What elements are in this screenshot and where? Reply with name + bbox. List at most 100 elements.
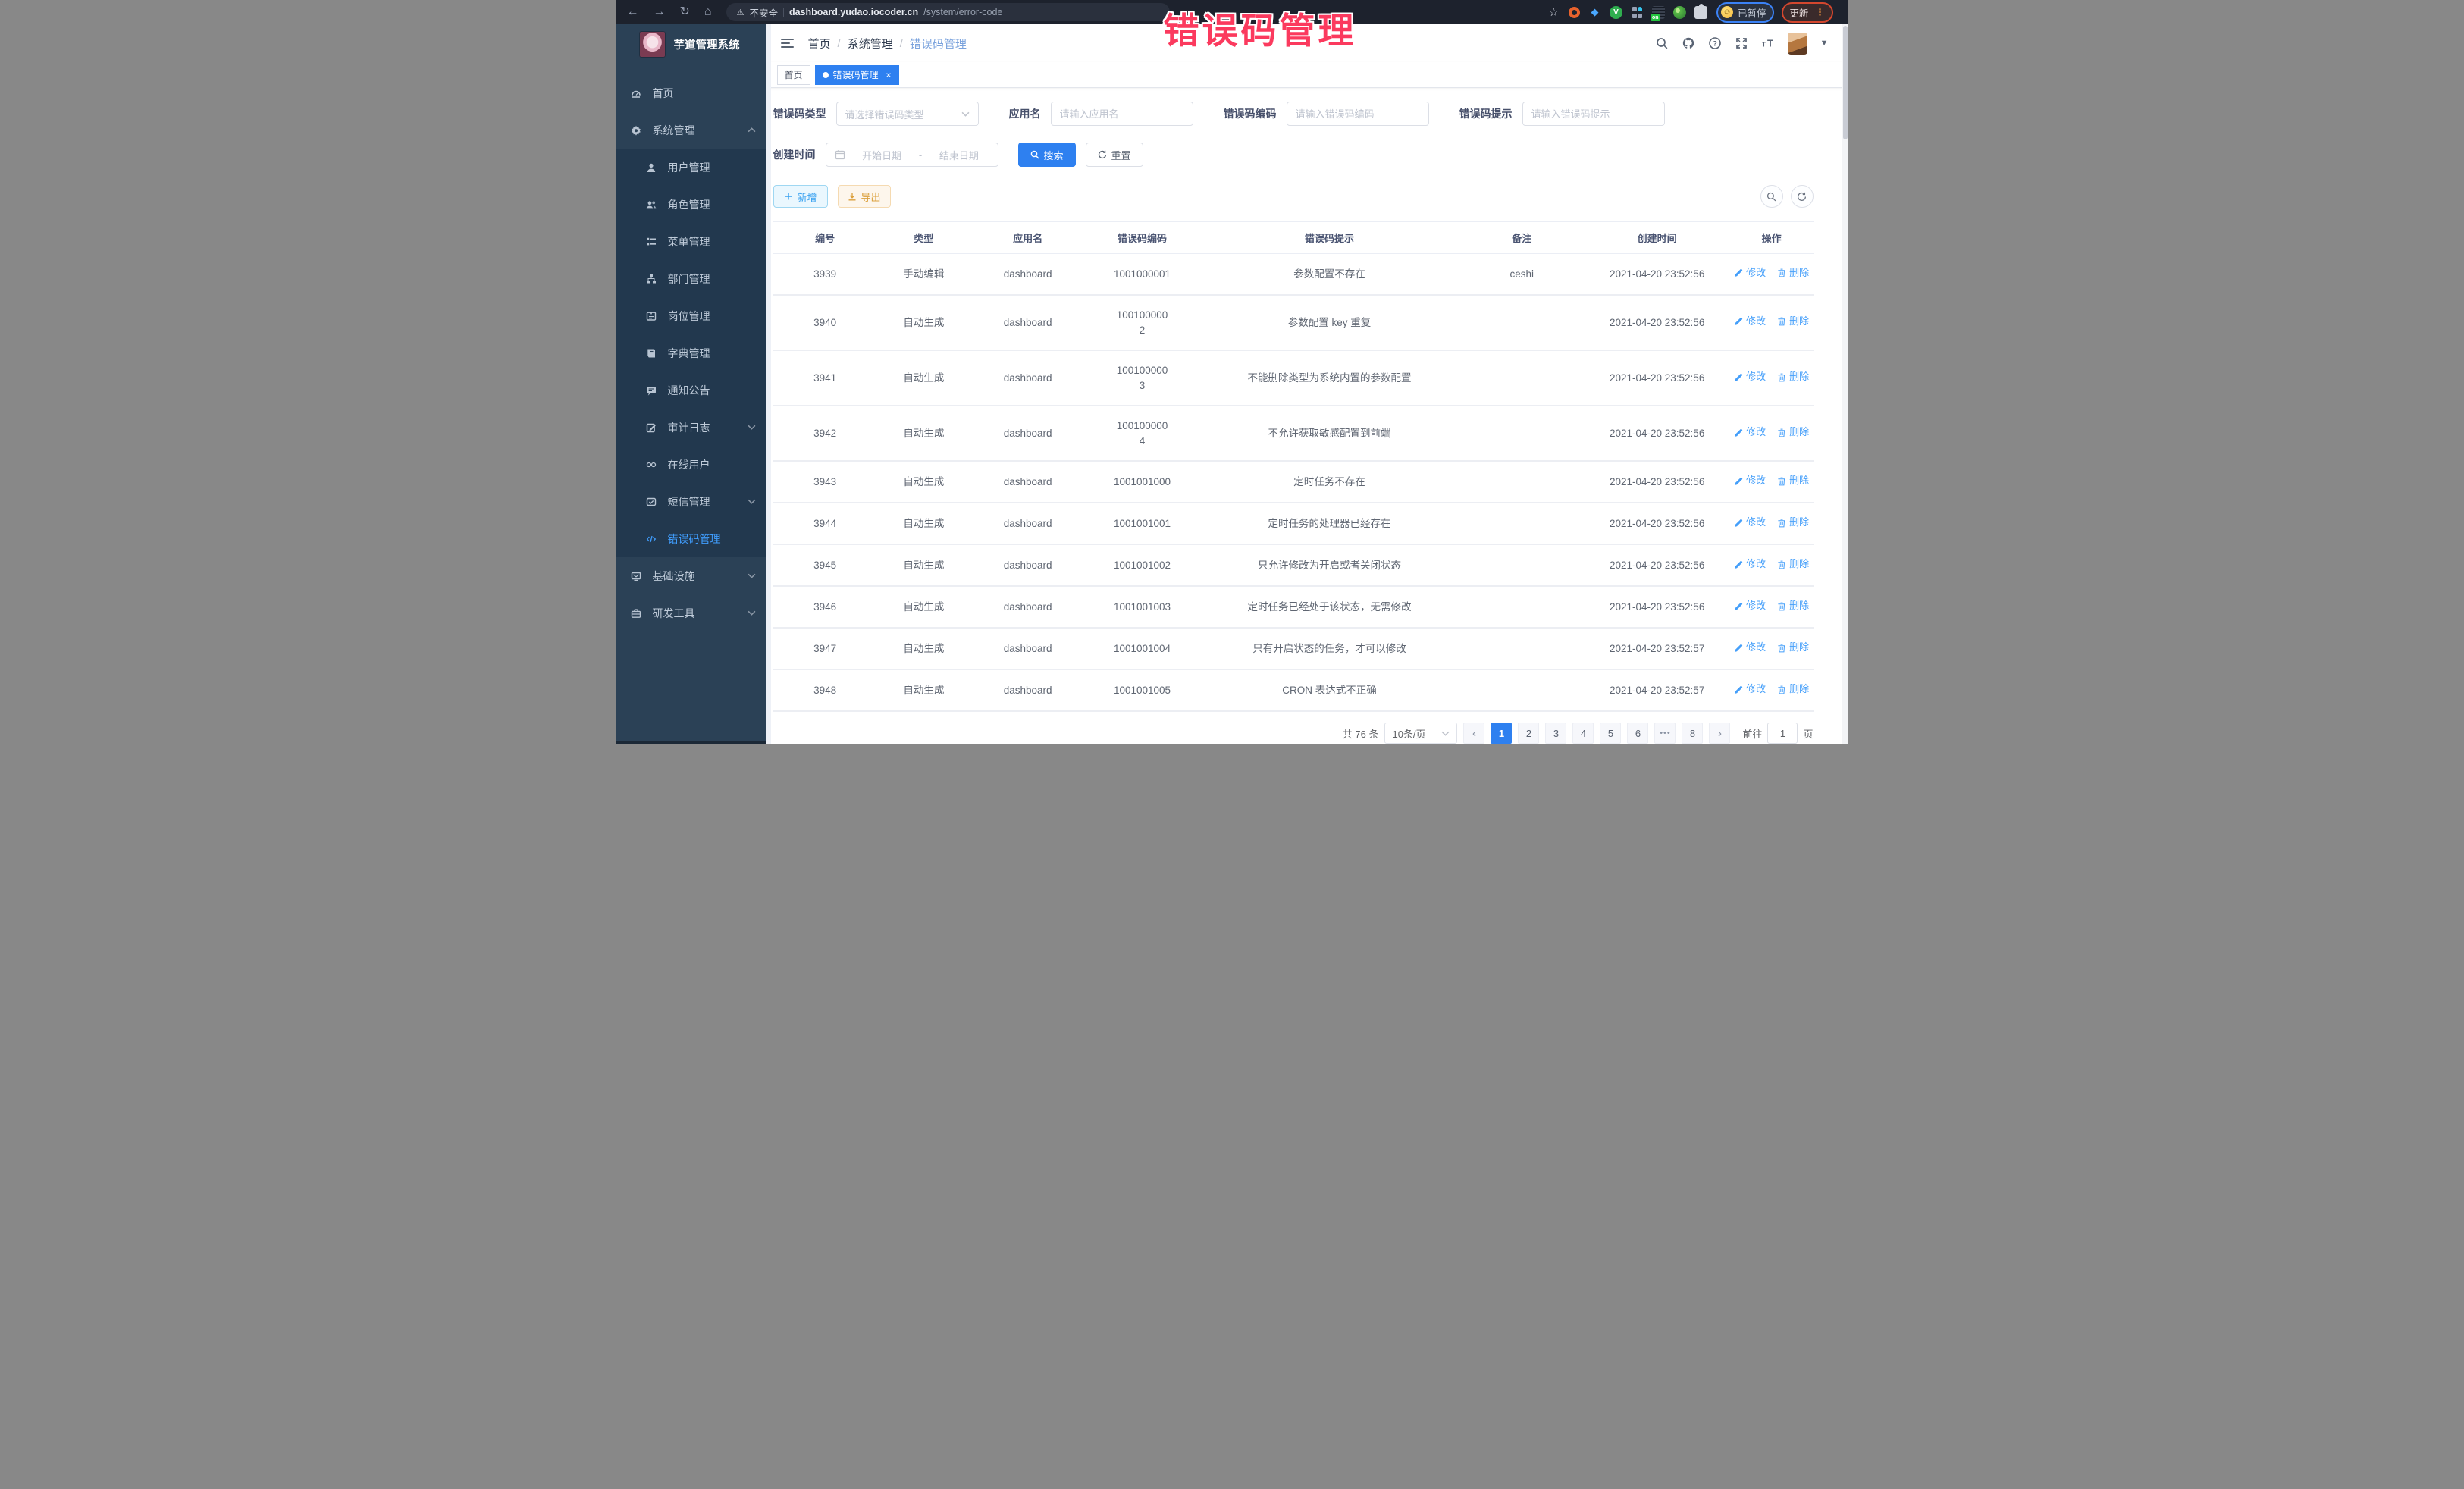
pagination-page-6[interactable]: 6 xyxy=(1627,723,1648,744)
cell-msg: 定时任务已经处于该状态，无需修改 xyxy=(1199,586,1459,628)
delete-link[interactable]: 删除 xyxy=(1777,315,1809,329)
sidebar-item-notice[interactable]: 通知公告 xyxy=(616,371,766,409)
sidebar-item-system[interactable]: 系统管理 xyxy=(616,111,766,149)
dropdown-caret-icon[interactable]: ▼ xyxy=(1820,39,1829,48)
cell-type: 自动生成 xyxy=(877,586,970,628)
delete-link[interactable]: 删除 xyxy=(1777,557,1809,572)
search-icon[interactable] xyxy=(1655,36,1669,50)
export-button-label: 导出 xyxy=(861,190,881,204)
reset-button[interactable]: 重置 xyxy=(1086,143,1143,167)
sidebar-item-user[interactable]: 用户管理 xyxy=(616,149,766,186)
font-size-icon[interactable]: TT xyxy=(1761,36,1775,50)
scrollbar-thumb[interactable] xyxy=(1843,26,1848,139)
security-label: 不安全 xyxy=(749,5,778,20)
edit-link[interactable]: 修改 xyxy=(1734,474,1766,488)
delete-link[interactable]: 删除 xyxy=(1777,682,1809,697)
ext-green-leaf-icon[interactable] xyxy=(1673,6,1686,19)
delete-link[interactable]: 删除 xyxy=(1777,599,1809,613)
app-name-input[interactable] xyxy=(1051,102,1193,126)
sidebar-item-role[interactable]: 角色管理 xyxy=(616,186,766,223)
toggle-search-button[interactable] xyxy=(1760,185,1783,208)
github-icon[interactable] xyxy=(1682,36,1695,50)
sidebar-item-sms[interactable]: 短信管理 xyxy=(616,483,766,520)
add-button[interactable]: 新增 xyxy=(773,185,828,208)
sidebar-item-error-code[interactable]: 错误码管理 xyxy=(616,520,766,557)
sidebar-scrollbar[interactable] xyxy=(766,24,771,744)
address-bar[interactable]: ⚠ 不安全 dashboard.yudao.iocoder.cn /system… xyxy=(726,3,1170,21)
home-icon[interactable]: ⌂ xyxy=(704,6,712,18)
breadcrumb-system[interactable]: 系统管理 xyxy=(848,36,893,52)
pagination-page-5[interactable]: 5 xyxy=(1600,723,1621,744)
ext-dark-on-icon[interactable]: on xyxy=(1652,6,1665,19)
bookmark-star-icon[interactable]: ☆ xyxy=(1549,5,1559,19)
browser-menu-dots-icon[interactable]: ⋮ xyxy=(1816,7,1826,17)
error-hint-input[interactable] xyxy=(1522,102,1665,126)
delete-link[interactable]: 删除 xyxy=(1777,370,1809,384)
reload-icon[interactable]: ↻ xyxy=(680,6,690,18)
edit-link[interactable]: 修改 xyxy=(1734,315,1766,329)
edit-link[interactable]: 修改 xyxy=(1734,641,1766,655)
export-button[interactable]: 导出 xyxy=(838,185,891,208)
breadcrumb-home[interactable]: 首页 xyxy=(808,36,831,52)
date-range-picker[interactable]: 开始日期 - 结束日期 xyxy=(826,143,998,167)
pagination-page-1[interactable]: 1 xyxy=(1491,723,1512,744)
ext-green-v-icon[interactable]: V xyxy=(1610,6,1622,19)
date-end-placeholder[interactable]: 结束日期 xyxy=(929,148,989,162)
edit-link[interactable]: 修改 xyxy=(1734,516,1766,530)
sidebar-item-dict[interactable]: 字典管理 xyxy=(616,334,766,371)
error-code-input[interactable] xyxy=(1287,102,1429,126)
pagination-page-4[interactable]: 4 xyxy=(1572,723,1594,744)
page-size-value: 10条/页 xyxy=(1392,726,1425,741)
edit-link[interactable]: 修改 xyxy=(1734,599,1766,613)
ext-puzzle-icon[interactable] xyxy=(1694,6,1707,19)
forward-icon[interactable]: → xyxy=(654,6,666,18)
pagination-prev[interactable]: ‹ xyxy=(1463,723,1484,744)
sidebar-item-menu[interactable]: 菜单管理 xyxy=(616,223,766,260)
browser-profile-chip[interactable]: ☺ 已暂停 xyxy=(1716,2,1775,23)
sidebar-item-dept[interactable]: 部门管理 xyxy=(616,260,766,297)
goto-page-input[interactable] xyxy=(1767,723,1798,744)
ext-grid-icon[interactable] xyxy=(1631,6,1644,19)
edit-link[interactable]: 修改 xyxy=(1734,370,1766,384)
edit-link[interactable]: 修改 xyxy=(1734,682,1766,697)
delete-link[interactable]: 删除 xyxy=(1777,641,1809,655)
user-avatar[interactable] xyxy=(1788,33,1807,55)
edit-link[interactable]: 修改 xyxy=(1734,425,1766,440)
date-start-placeholder[interactable]: 开始日期 xyxy=(852,148,912,162)
pagination-next[interactable]: › xyxy=(1709,723,1730,744)
sidebar-item-audit[interactable]: 审计日志 xyxy=(616,409,766,446)
sidebar-item-home[interactable]: 首页 xyxy=(616,74,766,111)
window-scrollbar[interactable] xyxy=(1842,24,1848,744)
sidebar-item-online[interactable]: 在线用户 xyxy=(616,446,766,483)
sidebar-item-infra[interactable]: 基础设施 xyxy=(616,557,766,594)
pagination-more[interactable]: ••• xyxy=(1654,723,1676,744)
pagination-page-3[interactable]: 3 xyxy=(1545,723,1566,744)
ext-blue-gem-icon[interactable]: ◆ xyxy=(1588,6,1601,19)
hamburger-icon[interactable] xyxy=(781,39,794,48)
delete-link[interactable]: 删除 xyxy=(1777,266,1809,281)
browser-update-button[interactable]: 更新 ⋮ xyxy=(1782,2,1832,23)
delete-icon xyxy=(1777,519,1786,528)
page-size-select[interactable]: 10条/页 xyxy=(1384,723,1457,744)
search-button[interactable]: 搜索 xyxy=(1018,143,1076,167)
back-icon[interactable]: ← xyxy=(627,6,639,18)
error-code-type-select[interactable]: 请选择错误码类型 xyxy=(836,102,979,126)
edit-link[interactable]: 修改 xyxy=(1734,557,1766,572)
delete-link[interactable]: 删除 xyxy=(1777,425,1809,440)
sidebar-item-devtools[interactable]: 研发工具 xyxy=(616,594,766,632)
docs-question-icon[interactable]: ? xyxy=(1708,36,1722,50)
pagination-page-8[interactable]: 8 xyxy=(1682,723,1703,744)
tag-home[interactable]: 首页 xyxy=(777,65,810,85)
fullscreen-icon[interactable] xyxy=(1735,36,1748,50)
tag-error-code[interactable]: 错误码管理 × xyxy=(815,65,899,85)
ext-orange-ring-icon[interactable] xyxy=(1569,7,1580,18)
pagination-page-2[interactable]: 2 xyxy=(1518,723,1539,744)
delete-link[interactable]: 删除 xyxy=(1777,474,1809,488)
app-logo-row[interactable]: 芋道管理系统 xyxy=(616,24,766,64)
cell-id: 3940 xyxy=(773,295,877,350)
edit-link[interactable]: 修改 xyxy=(1734,266,1766,281)
refresh-button[interactable] xyxy=(1791,185,1814,208)
sidebar-item-post[interactable]: 岗位管理 xyxy=(616,297,766,334)
close-tag-icon[interactable]: × xyxy=(886,70,892,80)
delete-link[interactable]: 删除 xyxy=(1777,516,1809,530)
